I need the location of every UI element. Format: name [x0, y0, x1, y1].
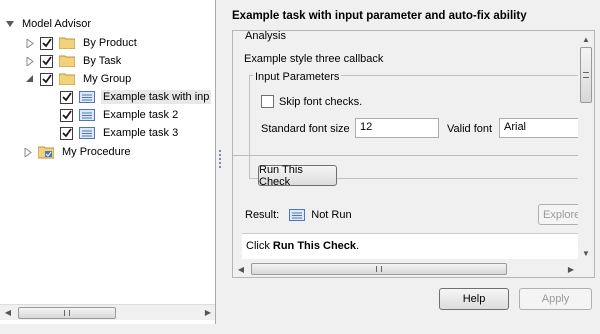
- expand-arrow-icon[interactable]: [24, 55, 36, 67]
- pane-splitter[interactable]: [217, 0, 225, 324]
- tree-item-label: My Group: [83, 73, 132, 85]
- expand-arrow-icon[interactable]: [24, 37, 36, 49]
- scroll-right-icon[interactable]: ▶: [563, 261, 579, 277]
- analysis-horizontal-scrollbar[interactable]: ◀ ▶: [233, 261, 579, 277]
- tree-item-label: Example task with inp: [101, 90, 212, 104]
- grip-icon: [64, 310, 70, 316]
- apply-button[interactable]: Apply: [519, 288, 592, 310]
- checkbox-example-task-2[interactable]: [60, 108, 73, 122]
- task-icon: [79, 109, 95, 121]
- standard-font-size-field[interactable]: 12: [355, 118, 439, 138]
- scrollbar-thumb[interactable]: [251, 263, 507, 275]
- message-suffix: .: [356, 240, 360, 252]
- standard-font-size-label: Standard font size: [261, 123, 350, 135]
- grip-icon: [583, 72, 589, 78]
- collapse-arrow-icon[interactable]: [24, 73, 36, 85]
- tree-item-by-task[interactable]: By Task: [24, 52, 123, 70]
- checkbox-by-task[interactable]: [40, 54, 53, 68]
- tree-item-example-task-input[interactable]: Example task with inp: [60, 88, 212, 106]
- tree-root[interactable]: Model Advisor: [4, 15, 93, 33]
- skip-font-checkbox[interactable]: [261, 95, 274, 108]
- tree-horizontal-scrollbar[interactable]: ◀ ▶: [0, 304, 215, 321]
- task-icon: [79, 127, 95, 139]
- analysis-panel: Analysis Example style three callback In…: [232, 30, 595, 278]
- input-parameters-label: Input Parameters: [253, 71, 342, 83]
- task-detail-pane: Example task with input parameter and au…: [225, 0, 600, 334]
- checkbox-example-task-input[interactable]: [60, 90, 73, 104]
- folder-icon: [59, 37, 75, 49]
- callback-text: Example style three callback: [244, 53, 384, 65]
- scroll-left-icon[interactable]: ◀: [233, 261, 249, 277]
- result-status-icon: [289, 209, 306, 221]
- procedure-folder-icon: [38, 146, 54, 159]
- message-bold: Run This Check: [272, 240, 357, 252]
- checkbox-example-task-3[interactable]: [60, 126, 73, 140]
- tree-root-label: Model Advisor: [22, 18, 92, 30]
- tree-item-label: By Product: [83, 37, 137, 49]
- analysis-label: Analysis: [243, 30, 288, 42]
- result-row: Result: Not Run: [245, 209, 352, 221]
- divider: [233, 155, 587, 156]
- result-status: Not Run: [311, 209, 352, 221]
- collapse-arrow-icon[interactable]: [4, 18, 16, 30]
- message-prefix: Click: [246, 240, 273, 252]
- tree-item-label: Example task 2: [103, 109, 179, 121]
- model-advisor-tree: Model Advisor By Product By Task My Grou…: [0, 0, 216, 324]
- scroll-left-icon[interactable]: ◀: [0, 305, 16, 321]
- analysis-vertical-scrollbar[interactable]: ▲ ▼: [578, 31, 594, 263]
- tree-item-label: Example task 3: [103, 127, 179, 139]
- tree-item-label: My Procedure: [62, 146, 131, 158]
- grip-icon: [376, 266, 382, 272]
- tree-item-my-group[interactable]: My Group: [24, 70, 133, 88]
- skip-font-label: Skip font checks.: [279, 95, 363, 108]
- message-box: Click Run This Check.: [242, 233, 581, 259]
- tree-item-label: By Task: [83, 55, 122, 67]
- page-title: Example task with input parameter and au…: [232, 10, 527, 22]
- folder-open-icon: [59, 73, 75, 85]
- task-icon: [79, 91, 95, 103]
- tree-item-example-task-3[interactable]: Example task 3: [60, 124, 180, 142]
- result-label: Result:: [245, 209, 280, 221]
- expand-arrow-icon[interactable]: [22, 146, 34, 158]
- explore-button[interactable]: Explore: [538, 204, 580, 225]
- valid-font-field[interactable]: Arial: [499, 118, 585, 138]
- scroll-down-icon[interactable]: ▼: [578, 245, 594, 261]
- scroll-right-icon[interactable]: ▶: [200, 305, 215, 321]
- skip-font-checks[interactable]: Skip font checks.: [261, 95, 362, 108]
- tree-item-example-task-2[interactable]: Example task 2: [60, 106, 180, 124]
- run-this-check-button[interactable]: Run This Check: [258, 164, 337, 188]
- tree-item-my-procedure[interactable]: My Procedure: [22, 143, 132, 161]
- checkbox-by-product[interactable]: [40, 36, 53, 50]
- help-button[interactable]: Help: [439, 288, 509, 310]
- checkbox-my-group[interactable]: [40, 72, 53, 86]
- splitter-grip-icon: [219, 150, 221, 170]
- tree-item-by-product[interactable]: By Product: [24, 34, 139, 52]
- scroll-up-icon[interactable]: ▲: [578, 31, 594, 47]
- folder-icon: [59, 55, 75, 67]
- valid-font-label: Valid font: [447, 123, 493, 135]
- scrollbar-thumb[interactable]: [580, 47, 592, 103]
- scrollbar-thumb[interactable]: [18, 307, 116, 319]
